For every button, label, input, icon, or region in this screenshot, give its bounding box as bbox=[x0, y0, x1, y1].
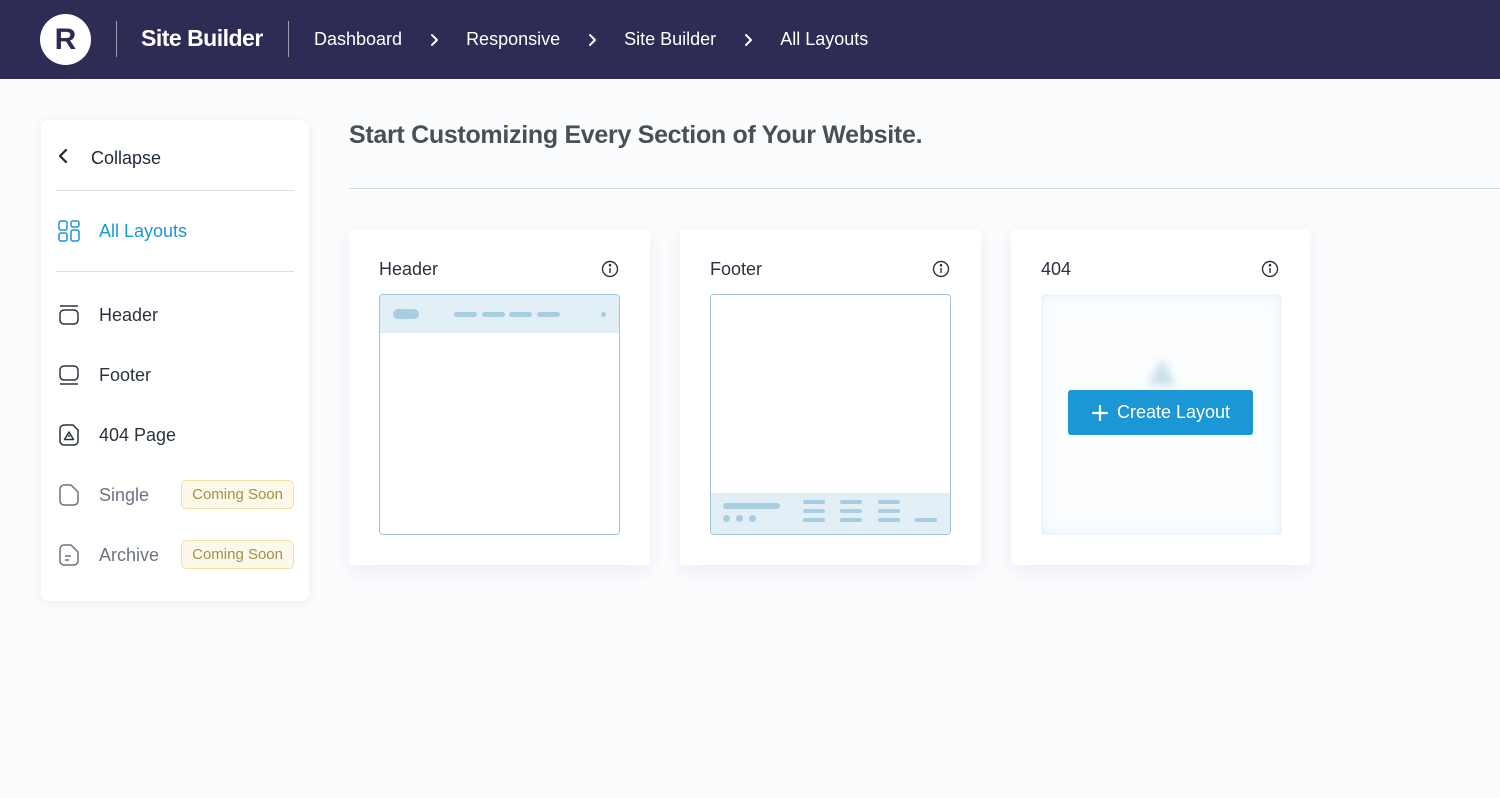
logo-letter: R bbox=[54, 22, 77, 56]
sidebar-divider bbox=[56, 190, 294, 191]
preview-footer-bar bbox=[711, 493, 950, 534]
sidebar-item-label: Footer bbox=[99, 364, 152, 385]
collapse-button[interactable]: Collapse bbox=[57, 146, 161, 170]
coming-soon-badge: Coming Soon bbox=[181, 540, 294, 569]
sidebar: Collapse All Layouts Header Footer 404 P… bbox=[41, 120, 309, 601]
preview-nav-line bbox=[509, 312, 532, 317]
card-title: 404 bbox=[1041, 259, 1072, 279]
preview-footer-line bbox=[878, 509, 900, 513]
header-preview bbox=[379, 294, 620, 535]
sidebar-item-single[interactable]: Single Coming Soon bbox=[56, 477, 294, 513]
preview-footer-line bbox=[878, 500, 900, 504]
breadcrumb: Dashboard Responsive Site Builder All La… bbox=[314, 29, 868, 50]
footer-layout-icon bbox=[56, 362, 82, 388]
warning-page-icon bbox=[56, 422, 82, 448]
preview-nav-line bbox=[482, 312, 505, 317]
preview-logo bbox=[393, 309, 419, 319]
preview-footer-line bbox=[723, 503, 780, 509]
layout-card-footer[interactable]: Footer bbox=[680, 229, 981, 565]
grid-icon bbox=[56, 218, 82, 244]
header-layout-icon bbox=[56, 302, 82, 328]
sidebar-item-all-layouts[interactable]: All Layouts bbox=[56, 213, 294, 249]
sidebar-divider bbox=[56, 271, 294, 272]
create-layout-label: Create Layout bbox=[1116, 402, 1231, 422]
preview-footer-line bbox=[878, 518, 900, 522]
card-title: Header bbox=[379, 259, 439, 279]
card-title: Footer bbox=[710, 259, 763, 279]
info-icon[interactable] bbox=[601, 260, 619, 278]
preview-footer-line bbox=[840, 518, 862, 522]
layout-card-header[interactable]: Header bbox=[349, 229, 650, 565]
divider bbox=[116, 21, 117, 57]
preview-footer-line bbox=[840, 500, 862, 504]
divider bbox=[288, 21, 289, 57]
preview-dot bbox=[749, 515, 756, 522]
preview-footer-line bbox=[803, 509, 825, 513]
coming-soon-badge: Coming Soon bbox=[181, 480, 294, 509]
sidebar-item-label: Single bbox=[99, 484, 150, 505]
title-divider bbox=[349, 188, 1500, 189]
preview-footer-line bbox=[803, 518, 825, 522]
sidebar-item-label: 404 Page bbox=[99, 424, 177, 445]
preview-dot bbox=[723, 515, 730, 522]
brand-title: Site Builder bbox=[141, 25, 263, 51]
sidebar-item-archive[interactable]: Archive Coming Soon bbox=[56, 537, 294, 573]
sidebar-item-header[interactable]: Header bbox=[56, 297, 294, 333]
sidebar-item-footer[interactable]: Footer bbox=[56, 357, 294, 393]
sidebar-item-label: All Layouts bbox=[99, 220, 188, 241]
sidebar-item-404-page[interactable]: 404 Page bbox=[56, 417, 294, 453]
chevron-left-icon bbox=[57, 147, 69, 170]
preview-dot bbox=[736, 515, 743, 522]
info-icon[interactable] bbox=[1261, 260, 1279, 278]
archive-page-icon bbox=[56, 542, 82, 568]
layout-card-404[interactable]: 404 Create Layout bbox=[1011, 229, 1310, 565]
preview-footer-line bbox=[915, 518, 937, 522]
preview-footer-line bbox=[840, 509, 862, 513]
preview-nav-line bbox=[537, 312, 560, 317]
page-title: Start Customizing Every Section of Your … bbox=[349, 121, 923, 149]
plus-icon bbox=[1091, 404, 1109, 422]
breadcrumb-all-layouts[interactable]: All Layouts bbox=[780, 29, 868, 50]
sidebar-item-label: Header bbox=[99, 304, 159, 325]
info-icon[interactable] bbox=[932, 260, 950, 278]
breadcrumb-responsive[interactable]: Responsive bbox=[466, 29, 560, 50]
breadcrumb-site-builder[interactable]: Site Builder bbox=[624, 29, 716, 50]
chevron-right-icon bbox=[402, 29, 466, 50]
breadcrumb-dashboard[interactable]: Dashboard bbox=[314, 29, 402, 50]
logo[interactable]: R bbox=[40, 14, 91, 65]
preview-footer-line bbox=[803, 500, 825, 504]
chevron-right-icon bbox=[560, 29, 624, 50]
preview-header-bar bbox=[380, 295, 619, 333]
sidebar-item-label: Archive bbox=[99, 544, 160, 565]
footer-preview bbox=[710, 294, 951, 535]
preview-dot bbox=[601, 312, 606, 317]
top-bar: R Site Builder Dashboard Responsive Site… bbox=[0, 0, 1500, 79]
create-layout-button[interactable]: Create Layout bbox=[1068, 390, 1253, 435]
chevron-right-icon bbox=[716, 29, 780, 50]
preview-nav-line bbox=[454, 312, 477, 317]
single-page-icon bbox=[56, 482, 82, 508]
collapse-label: Collapse bbox=[91, 147, 162, 168]
